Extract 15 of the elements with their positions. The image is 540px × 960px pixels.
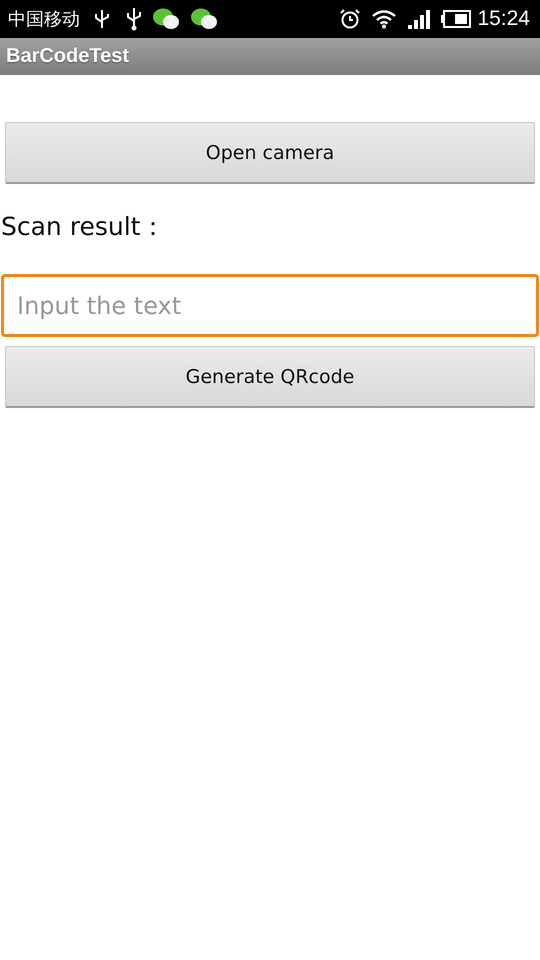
generate-qrcode-button[interactable]: Generate QRcode — [5, 346, 535, 408]
chat-bubbles-icon — [152, 7, 180, 31]
carrier-name: 中国移动 — [8, 8, 80, 31]
signal-icon — [407, 9, 432, 29]
app-title: BarCodeTest — [6, 45, 129, 68]
open-camera-button[interactable]: Open camera — [5, 122, 535, 184]
chat-bubbles-icon — [190, 7, 218, 31]
scan-result-label: Scan result： — [1, 211, 166, 243]
usb-icon — [126, 7, 142, 31]
text-input-field[interactable]: Input the text — [1, 274, 539, 337]
battery-icon — [441, 10, 472, 28]
wifi-icon — [371, 9, 398, 29]
usb-icon — [94, 8, 110, 30]
clock-time: 15:24 — [477, 7, 530, 31]
alarm-clock-icon — [339, 8, 362, 30]
